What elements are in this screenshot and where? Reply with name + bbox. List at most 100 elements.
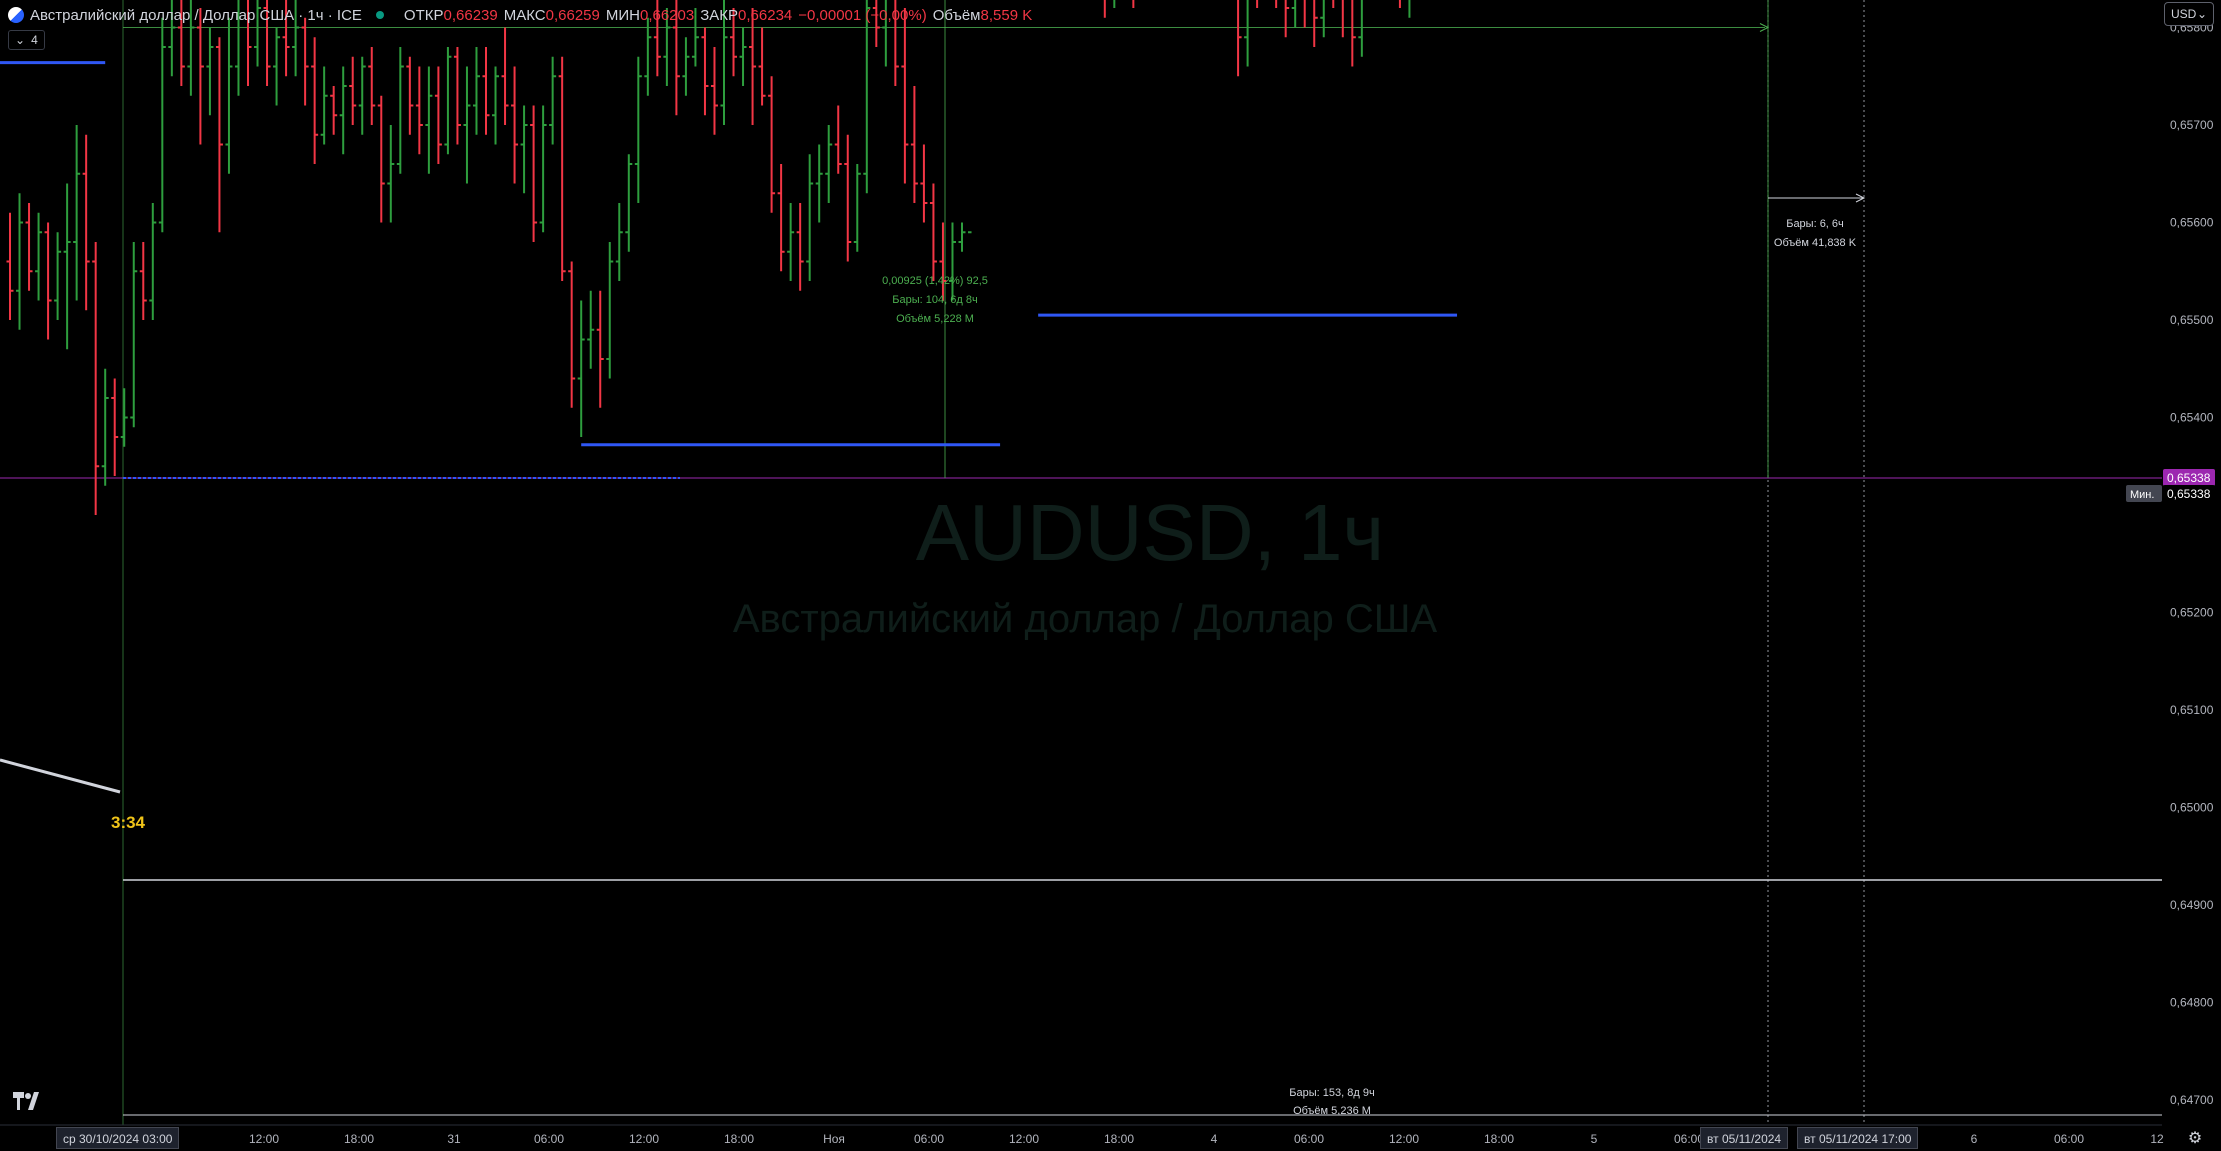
close-key: ЗАКР: [700, 6, 739, 24]
ohlc-bar: [634, 56, 642, 203]
time-tick-label: 18:00: [724, 1132, 754, 1146]
time-tick-label: 31: [447, 1132, 461, 1146]
min-value-tag: 0,65338: [2163, 484, 2215, 502]
ohlc-bar: [558, 56, 566, 281]
min-tag: Мин.: [2126, 484, 2162, 502]
ohlc-bar: [1291, 0, 1297, 28]
time-tick-label: 12:00: [1009, 1132, 1039, 1146]
ohlc-bar: [330, 86, 338, 135]
ohlc-bar: [815, 144, 823, 223]
ohlc-bar: [606, 242, 614, 379]
symbol-legend[interactable]: Австралийский доллар / Доллар США · 1ч ·…: [8, 4, 1032, 26]
currency-button[interactable]: USD ⌄: [2164, 2, 2214, 26]
price-tick-label: 0,65000: [2170, 801, 2214, 815]
ohlc-bar: [120, 388, 128, 447]
ohlc-bar: [853, 164, 861, 252]
ohlc-bar: [901, 8, 909, 184]
ohlc-bar: [520, 105, 528, 194]
ohlc-bar: [596, 290, 604, 408]
ohlc-bar: [1284, 0, 1290, 38]
price-tick-label: 0,65600: [2170, 216, 2214, 230]
ohlc-bar: [1132, 0, 1135, 8]
ohlc-bar: [929, 183, 937, 281]
ohlc-bar: [587, 290, 595, 369]
ohlc-bar: [387, 125, 395, 223]
ohlc-bar: [1332, 0, 1335, 8]
volume-value: 8,559 K: [980, 6, 1033, 24]
ohlc-bar: [54, 232, 62, 320]
ohlc-bar: [863, 0, 871, 194]
ohlc-bar: [758, 27, 766, 106]
ohlc-bar: [101, 368, 109, 486]
ohlc-bar: [1408, 0, 1411, 18]
symbol-title[interactable]: Австралийский доллар / Доллар США · 1ч ·…: [30, 7, 362, 24]
close-value: 0,66234: [738, 6, 793, 24]
time-tick-label: Ноя: [823, 1132, 845, 1146]
ohlc-bar: [1351, 0, 1356, 67]
time-tick-label: 5: [1591, 1132, 1598, 1146]
price-tick-label: 0,65100: [2170, 703, 2214, 717]
tradingview-logo-icon[interactable]: [12, 1090, 44, 1112]
ohlc-bar: [968, 231, 972, 234]
low-key: МИН: [605, 6, 640, 24]
ohlc-bar: [406, 56, 414, 135]
measure-label: 0,00925 (1,42%) 92,5: [882, 275, 988, 287]
ohlc-bar: [768, 76, 776, 213]
symbol-flag-icon: [8, 7, 24, 23]
ohlc-bar: [1256, 0, 1259, 8]
min-tag-text: Мин.: [2130, 489, 2154, 501]
ohlc-bar: [415, 66, 423, 155]
time-tick-label: 12:00: [249, 1132, 279, 1146]
ohlc-bar: [130, 242, 138, 428]
ohlc-bar: [682, 37, 690, 96]
ohlc-bar: [1313, 0, 1318, 47]
ohlc-bar: [539, 105, 547, 233]
ohlc-bar: [948, 222, 956, 301]
ohlc-bar: [44, 222, 52, 340]
crosshair-time-right: вт 05/11/2024 17:00: [1797, 1127, 1919, 1149]
open-key: ОТКР: [403, 6, 444, 24]
ohlc-bar: [377, 95, 385, 223]
ohlc-bar: [349, 56, 357, 125]
ohlc-bar: [368, 47, 376, 125]
watermark-description: Австралийский доллар / Доллар США: [733, 597, 1438, 641]
time-tick-label: 18:00: [344, 1132, 374, 1146]
ohlc-bar: [920, 144, 928, 223]
market-status-icon[interactable]: [375, 11, 384, 19]
time-tick-label: 12: [2150, 1132, 2164, 1146]
ohlc-bar: [777, 164, 785, 272]
volume-key: Объём: [932, 6, 981, 24]
ohlc-bar: [796, 203, 804, 291]
price-bars: [6, 0, 1411, 515]
ohlc-bar: [158, 17, 166, 233]
indicators-toggle-button[interactable]: ⌄ 4: [8, 30, 45, 50]
ohlc-bar: [444, 47, 452, 155]
ohlc-bar: [482, 47, 490, 135]
chart-canvas[interactable]: AUDUSD, 1ч Австралийский доллар / Доллар…: [0, 0, 2221, 1151]
ohlc-bar: [25, 203, 33, 291]
measure-label: Объём 5,228 M: [896, 313, 974, 325]
ohlc-bar: [311, 37, 319, 164]
measure-label: Бары: 104, 6д 8ч: [892, 294, 977, 306]
ohlc-bar: [301, 17, 309, 106]
change-value: −0,00001 (−0,00%): [798, 6, 927, 24]
ohlc-bar: [463, 66, 471, 184]
chevron-down-icon: ⌄: [15, 33, 26, 47]
price-tick-label: 0,64900: [2170, 898, 2214, 912]
ohlc-bar: [1113, 0, 1116, 8]
price-tick-label: 0,65700: [2170, 118, 2214, 132]
ohlc-bar: [511, 66, 519, 184]
ohlc-bar: [206, 27, 214, 116]
chevron-down-icon: ⌄: [2196, 7, 2207, 21]
time-tick-label: 06:00: [2054, 1132, 2084, 1146]
time-tick-label: 06:00: [914, 1132, 944, 1146]
price-scale[interactable]: 0,668000,667000,666000,665000,664000,663…: [2162, 0, 2221, 1151]
ohlc-bar: [92, 242, 100, 515]
ohlc-bar: [1237, 0, 1242, 77]
watermark: AUDUSD, 1ч Австралийский доллар / Доллар…: [733, 488, 1438, 641]
ohlc-bar: [825, 125, 833, 203]
ohlc-bar: [1358, 0, 1363, 57]
low-value: 0,66203: [639, 6, 695, 24]
trend-line[interactable]: [0, 758, 121, 794]
gear-icon[interactable]: ⚙: [2185, 1128, 2205, 1148]
